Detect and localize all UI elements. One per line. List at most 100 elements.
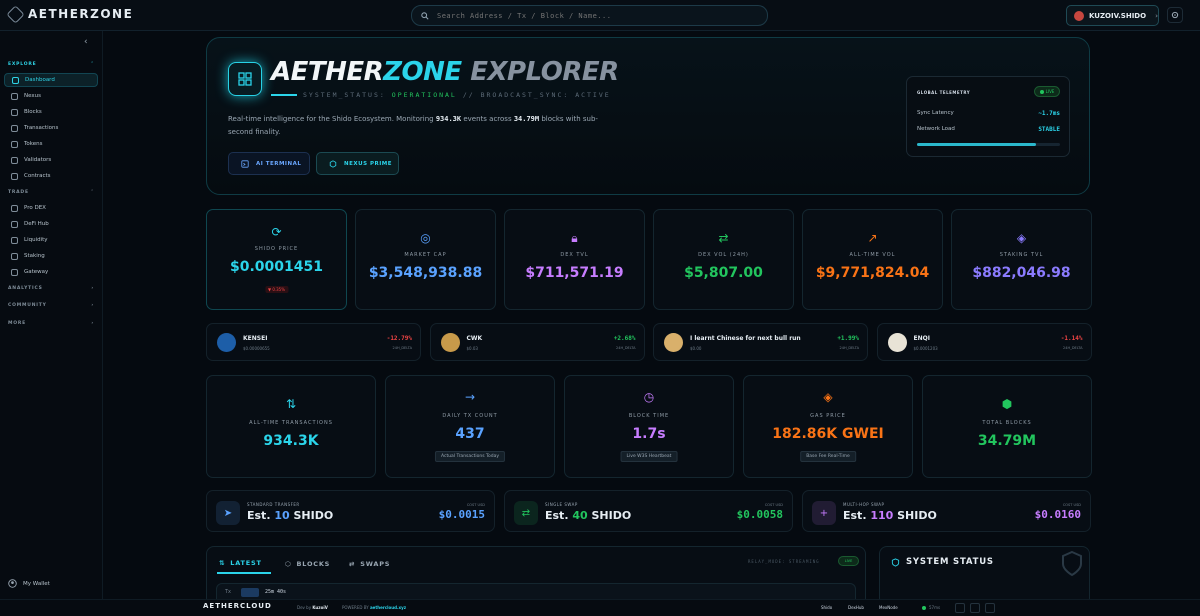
cube-icon: ⬢ bbox=[1001, 397, 1013, 411]
lock-icon: 🔒︎ bbox=[571, 231, 578, 245]
sidebar-item-contracts[interactable]: Contracts bbox=[4, 169, 98, 183]
footer-brand: AETHERCLOUD bbox=[203, 602, 272, 610]
metric-card: → DAILY TX COUNT 437 Actual Transactions To… bbox=[385, 375, 555, 478]
status-dot-icon bbox=[922, 605, 926, 610]
token-avatar bbox=[217, 333, 236, 352]
chevron-right-icon: › bbox=[91, 303, 94, 308]
nexus-prime-label: NEXUS PRIME bbox=[344, 160, 392, 167]
dev-by: Dev by KuzoiV bbox=[297, 605, 328, 610]
sidebar-item-transactions[interactable]: Transactions bbox=[4, 121, 98, 135]
github-icon[interactable] bbox=[955, 603, 965, 613]
system-status-title: SYSTEM STATUS bbox=[906, 557, 994, 567]
metric-value: 934.3K bbox=[263, 433, 319, 449]
footer-link-shido[interactable]: Shido bbox=[821, 605, 832, 610]
settings-button[interactable] bbox=[1167, 7, 1183, 23]
status-accent-bar bbox=[271, 94, 297, 96]
system-status-line: SYSTEM_STATUS: OPERATIONAL // BROADCAST_… bbox=[271, 91, 611, 99]
drop-icon bbox=[11, 236, 18, 244]
latency-indicator: 57ms bbox=[922, 605, 940, 610]
title-part-aether: AETHER bbox=[271, 57, 384, 87]
ai-terminal-button[interactable]: AI TERMINAL bbox=[228, 152, 310, 175]
coin-icon bbox=[11, 140, 18, 148]
token-name: KENSEI bbox=[243, 335, 268, 342]
sidebar-item-staking[interactable]: Staking bbox=[4, 249, 98, 263]
sidebar-item-gateway[interactable]: Gateway bbox=[4, 265, 98, 279]
user-button[interactable]: KUZOIV.SHIDO › bbox=[1066, 5, 1159, 26]
sidebar-item-label: Tokens bbox=[24, 141, 43, 147]
my-wallet-label: My Wallet bbox=[23, 580, 50, 587]
metric-label: ALL-TIME TRANSACTIONS bbox=[249, 420, 333, 426]
sidebar-item-validators[interactable]: Validators bbox=[4, 153, 98, 167]
section-explore[interactable]: EXPLORE ˄ bbox=[8, 62, 94, 67]
sidebar-item-defi-hub[interactable]: DeFi Hub bbox=[4, 217, 98, 231]
token-card[interactable]: KENSEI $0.00000655 -12.79% 24H_DELTA bbox=[206, 323, 421, 361]
section-analytics[interactable]: ANALYTICS › bbox=[8, 286, 94, 291]
chevron-right-icon: › bbox=[91, 286, 94, 291]
token-name: CWK bbox=[466, 335, 483, 342]
stat-label: ALL-TIME VOL bbox=[849, 252, 896, 258]
sidebar-item-blocks[interactable]: Blocks bbox=[4, 105, 98, 119]
tx-estimate-unit: SHIDO bbox=[289, 509, 334, 522]
metric-card: ◈ GAS PRICE 182.86K GWEI Base Fee Real-Time bbox=[743, 375, 913, 478]
brand[interactable]: AETHERZONE bbox=[6, 4, 133, 24]
tx-estimate-prefix: Est. bbox=[545, 509, 573, 522]
tx-estimate-prefix: Est. bbox=[247, 509, 275, 522]
gateway-icon bbox=[11, 268, 18, 276]
tab-latest[interactable]: ⇅ LATEST bbox=[217, 554, 271, 574]
arrows-icon: ⇅ bbox=[285, 397, 297, 411]
section-community[interactable]: COMMUNITY › bbox=[8, 303, 94, 308]
chevron-up-icon: ˄ bbox=[90, 62, 94, 67]
token-avatar bbox=[440, 333, 460, 352]
token-price: $0.00000655 bbox=[243, 346, 270, 351]
telemetry-title: GLOBAL TELEMETRY bbox=[917, 90, 971, 95]
swap-icon: ⇄ bbox=[514, 501, 538, 525]
collapse-sidebar-icon[interactable]: ‹ bbox=[84, 37, 88, 47]
desc-blocks: 34.79M bbox=[513, 115, 540, 123]
stat-card: ◎ MARKET CAP $3,548,938.88 bbox=[355, 209, 496, 310]
sidebar-item-liquidity[interactable]: Liquidity bbox=[4, 233, 98, 247]
globe-icon[interactable] bbox=[985, 603, 995, 613]
sidebar-item-pro-dex[interactable]: Pro DEX bbox=[4, 201, 98, 215]
sidebar-item-label: Liquidity bbox=[24, 237, 48, 243]
tx-estimate-amount: 110 bbox=[870, 509, 894, 522]
footer: AETHERCLOUD Dev by KuzoiV POWERED BY aet… bbox=[0, 599, 1200, 616]
sidebar-item-nexus[interactable]: Nexus bbox=[4, 89, 98, 103]
section-trade[interactable]: TRADE ˄ bbox=[8, 190, 94, 195]
token-change: -1.14% bbox=[1060, 335, 1083, 342]
sidebar: ‹ EXPLORE ˄ Dashboard Nexus Blocks Transact… bbox=[0, 31, 103, 601]
powered-link[interactable]: aethercloud.xyz bbox=[370, 605, 406, 610]
metric-subtitle: Actual Transactions Today bbox=[434, 451, 506, 462]
sync-latency-label: Sync Latency bbox=[917, 110, 954, 116]
token-card[interactable]: I learnt Chinese for next bull run $0.00 +… bbox=[653, 323, 868, 361]
footer-link-dexhub[interactable]: DexHub bbox=[848, 605, 864, 610]
live-dot-icon bbox=[1039, 89, 1044, 94]
nexus-prime-button[interactable]: NEXUS PRIME bbox=[316, 152, 399, 175]
sidebar-item-label: Contracts bbox=[24, 173, 51, 179]
live-badge: LIVE bbox=[838, 556, 859, 566]
token-card[interactable]: ENQI $0.0001203 -1.14% 24H_DELTA bbox=[876, 323, 1092, 361]
stat-label: DEX VOL (24H) bbox=[698, 252, 749, 258]
live-label: LIVE bbox=[1045, 89, 1055, 94]
telegram-icon[interactable] bbox=[970, 603, 980, 613]
tx-estimate: Est. 10 SHIDO bbox=[247, 509, 333, 522]
dev-name[interactable]: KuzoiV bbox=[312, 605, 327, 610]
brand-logo-icon bbox=[6, 4, 25, 24]
hexagon-icon bbox=[11, 92, 18, 100]
sync-latency-row: Sync Latency ~1.7ms bbox=[917, 110, 1060, 117]
hexagon-icon bbox=[329, 159, 337, 168]
token-delta-label: 24H_DELTA bbox=[616, 346, 636, 350]
metric-card: ⬢ TOTAL BLOCKS 34.79M bbox=[922, 375, 1092, 478]
my-wallet-button[interactable]: My Wallet bbox=[8, 579, 50, 588]
stat-card: ↗ ALL-TIME VOL $9,771,824.04 bbox=[802, 209, 943, 310]
tab-blocks[interactable]: ⬡ BLOCKS bbox=[285, 554, 330, 574]
footer-link-mexnode[interactable]: MexNode bbox=[879, 605, 898, 610]
search-input[interactable] bbox=[437, 11, 737, 20]
section-more[interactable]: MORE › bbox=[8, 321, 94, 326]
metric-subtitle: Live W3S Heartbeat bbox=[620, 451, 678, 462]
token-card[interactable]: CWK $0.03 +2.68% 24H_DELTA bbox=[429, 323, 645, 361]
tx-type-label: SINGLE SWAP bbox=[545, 502, 578, 507]
sidebar-item-tokens[interactable]: Tokens bbox=[4, 137, 98, 151]
sidebar-item-dashboard[interactable]: Dashboard bbox=[4, 73, 98, 87]
tab-swaps[interactable]: ⇄ SWAPS bbox=[349, 554, 390, 574]
search-bar[interactable] bbox=[411, 5, 768, 26]
